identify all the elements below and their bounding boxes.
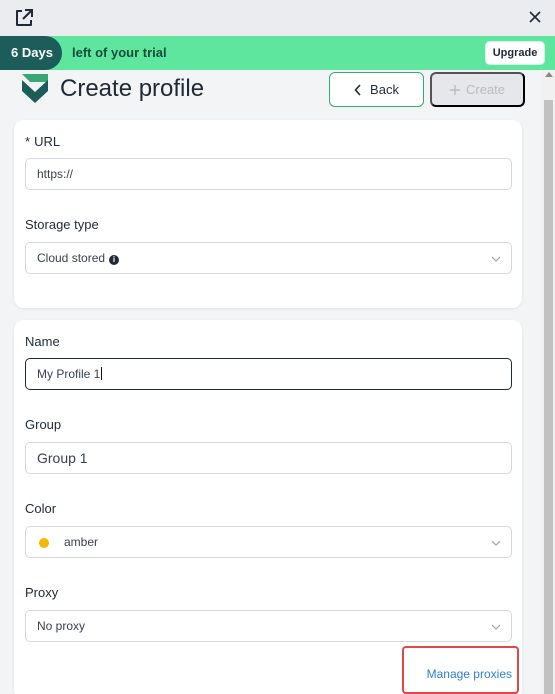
chevron-down-icon (491, 256, 501, 262)
required-mark: * (25, 134, 31, 149)
proxy-label: Proxy (25, 585, 59, 600)
chevron-left-icon (354, 83, 361, 96)
group-label: Group (25, 417, 62, 432)
back-button[interactable]: Back (329, 72, 424, 107)
top-bar (0, 0, 555, 36)
page-header: Create profile Back Create (0, 70, 542, 114)
name-input[interactable]: My Profile 1 (25, 358, 512, 390)
page-title: Create profile (60, 75, 205, 102)
trial-days-badge: 6 Days (0, 36, 62, 70)
url-label: * URL (25, 134, 61, 149)
storage-type-value: Cloud stored (37, 251, 106, 265)
scrollbar[interactable] (542, 70, 555, 694)
external-link-icon[interactable] (13, 7, 35, 29)
group-input[interactable]: Group 1 (25, 442, 512, 474)
url-storage-card: * URL https:// Storage type Cloud stored i (14, 120, 522, 308)
highlight-box (402, 646, 519, 694)
storage-type-label: Storage type (25, 217, 99, 232)
back-button-label: Back (370, 82, 399, 97)
chevron-down-icon (491, 624, 501, 630)
proxy-select[interactable]: No proxy (25, 610, 512, 642)
color-swatch (39, 538, 49, 548)
close-icon[interactable] (527, 9, 543, 25)
app-logo-icon (22, 74, 48, 103)
scroll-up-arrow-icon[interactable] (545, 72, 553, 77)
name-value: My Profile 1 (37, 367, 101, 381)
name-label: Name (25, 334, 60, 349)
color-label: Color (25, 501, 57, 516)
main-content: Create profile Back Create * URL https://… (0, 70, 542, 694)
create-button-label: Create (465, 82, 506, 97)
text-caret (101, 367, 103, 380)
url-input[interactable]: https:// (25, 158, 512, 190)
proxy-value: No proxy (37, 619, 86, 633)
storage-type-select[interactable]: Cloud stored i (25, 242, 512, 274)
chevron-down-icon (491, 540, 501, 546)
info-icon: i (109, 255, 120, 265)
create-button[interactable]: Create (430, 72, 525, 107)
plus-icon (449, 84, 460, 95)
scrollbar-thumb[interactable] (544, 100, 553, 694)
upgrade-button[interactable]: Upgrade (485, 41, 545, 65)
color-value: amber (64, 535, 99, 549)
trial-message: left of your trial (72, 45, 167, 60)
profile-details-card: Name My Profile 1 Group Group 1 Color am… (14, 320, 522, 694)
trial-banner: 6 Days left of your trial Upgrade (0, 36, 555, 70)
color-select[interactable]: amber (25, 526, 512, 558)
